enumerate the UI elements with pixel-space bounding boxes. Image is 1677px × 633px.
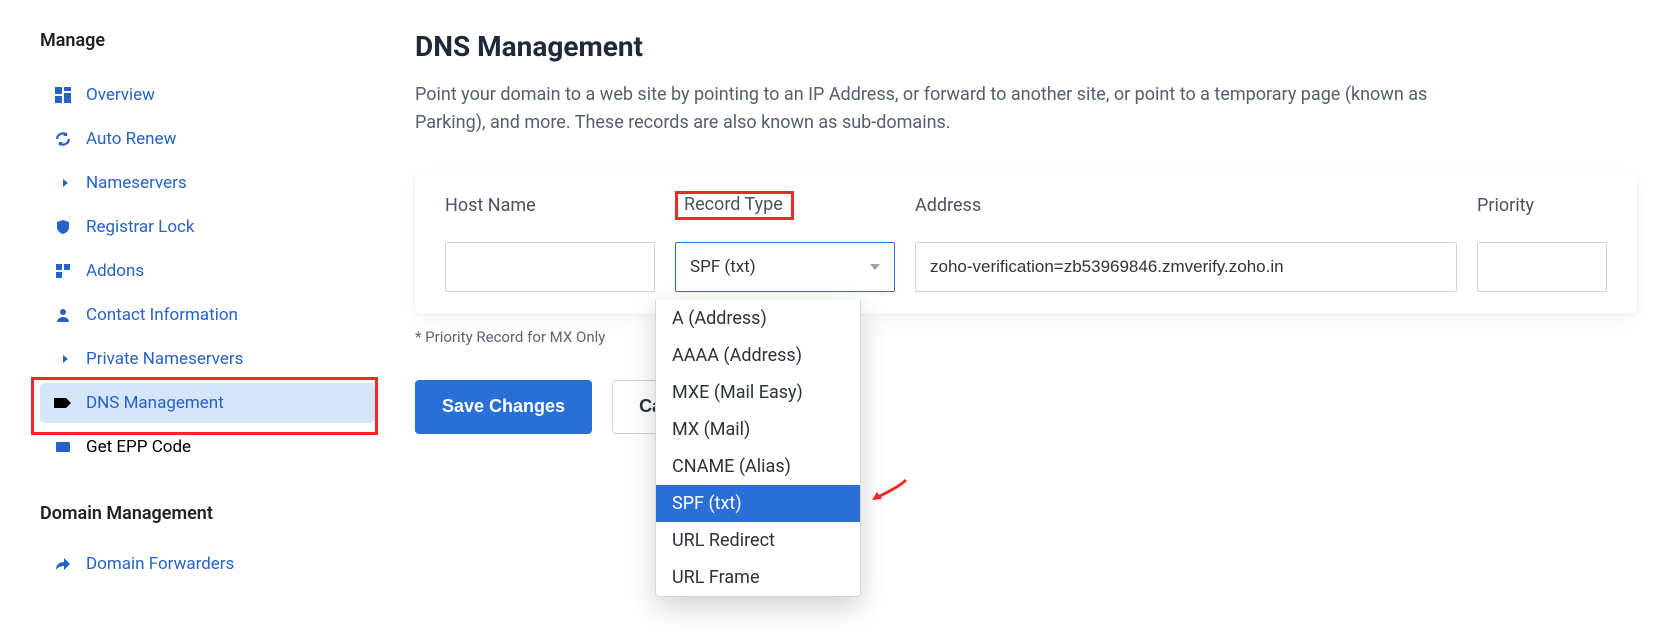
priority-note: * Priority Record for MX Only [415, 328, 1637, 346]
sidebar-item-registrar-lock[interactable]: Registrar Lock [40, 207, 375, 247]
address-input[interactable] [915, 242, 1457, 292]
option-mxe-mail-easy[interactable]: MXE (Mail Easy) [656, 374, 860, 411]
sidebar-item-auto-renew[interactable]: Auto Renew [40, 119, 375, 159]
arrow-icon [54, 175, 72, 191]
addons-icon [54, 263, 72, 279]
option-mx-mail[interactable]: MX (Mail) [656, 411, 860, 448]
chevron-down-icon [870, 264, 880, 270]
save-button[interactable]: Save Changes [415, 380, 592, 434]
sidebar-list-manage: Overview Auto Renew Nameservers Registra… [40, 75, 375, 467]
sidebar-item-get-epp-code[interactable]: Get EPP Code [40, 427, 375, 467]
action-buttons: Save Changes Cancel [415, 380, 1637, 434]
table-header: Host Name Record Type Address Priority [415, 171, 1637, 232]
sidebar-item-dns-management[interactable]: DNS Management [40, 383, 375, 423]
sidebar-item-label: Contact Information [86, 305, 238, 325]
sidebar-item-label: DNS Management [86, 393, 224, 413]
record-type-dropdown: A (Address) AAAA (Address) MXE (Mail Eas… [655, 300, 861, 597]
table-row: SPF (txt) [415, 232, 1637, 314]
dashboard-icon [54, 87, 72, 103]
page-title: DNS Management [415, 30, 1637, 63]
header-record-type: Record Type [675, 191, 895, 220]
arrow-icon [54, 351, 72, 367]
option-aaaa-address[interactable]: AAAA (Address) [656, 337, 860, 374]
record-type-selected: SPF (txt) [690, 257, 756, 277]
sidebar-item-label: Registrar Lock [86, 217, 195, 237]
sidebar-item-contact-information[interactable]: Contact Information [40, 295, 375, 335]
shield-icon [54, 219, 72, 235]
priority-input[interactable] [1477, 242, 1607, 292]
sidebar-list-domain: Domain Forwarders [40, 544, 375, 584]
option-url-frame[interactable]: URL Frame [656, 559, 860, 596]
sidebar-item-private-nameservers[interactable]: Private Nameservers [40, 339, 375, 379]
host-name-input[interactable] [445, 242, 655, 292]
header-host-name: Host Name [445, 195, 655, 216]
user-icon [54, 307, 72, 323]
sidebar-item-label: Get EPP Code [86, 437, 191, 457]
sidebar-item-label: Nameservers [86, 173, 187, 193]
option-url-redirect[interactable]: URL Redirect [656, 522, 860, 559]
sidebar-item-nameservers[interactable]: Nameservers [40, 163, 375, 203]
header-address: Address [915, 195, 1457, 216]
option-spf-txt[interactable]: SPF (txt) [656, 485, 860, 522]
sidebar-item-label: Addons [86, 261, 144, 281]
sidebar: Manage Overview Auto Renew Nameservers [40, 30, 375, 588]
option-a-address[interactable]: A (Address) [656, 300, 860, 337]
renew-icon [54, 131, 72, 147]
page-subtitle: Point your domain to a web site by point… [415, 81, 1465, 137]
epp-icon [54, 439, 72, 455]
sidebar-item-label: Private Nameservers [86, 349, 243, 369]
sidebar-item-addons[interactable]: Addons [40, 251, 375, 291]
sidebar-item-label: Auto Renew [86, 129, 176, 149]
sidebar-item-domain-forwarders[interactable]: Domain Forwarders [40, 544, 375, 584]
header-record-type-highlight: Record Type [675, 191, 794, 220]
main: DNS Management Point your domain to a we… [415, 30, 1637, 588]
record-type-select[interactable]: SPF (txt) [675, 242, 895, 292]
header-priority: Priority [1477, 195, 1607, 216]
sidebar-heading-domain: Domain Management [40, 503, 375, 524]
sidebar-item-overview[interactable]: Overview [40, 75, 375, 115]
tag-icon [54, 396, 72, 410]
sidebar-heading: Manage [40, 30, 375, 51]
sidebar-item-label: Domain Forwarders [86, 554, 234, 574]
forward-icon [54, 556, 72, 572]
option-cname-alias[interactable]: CNAME (Alias) [656, 448, 860, 485]
dns-records-card: Host Name Record Type Address Priority S… [415, 171, 1637, 314]
sidebar-item-label: Overview [86, 85, 155, 105]
